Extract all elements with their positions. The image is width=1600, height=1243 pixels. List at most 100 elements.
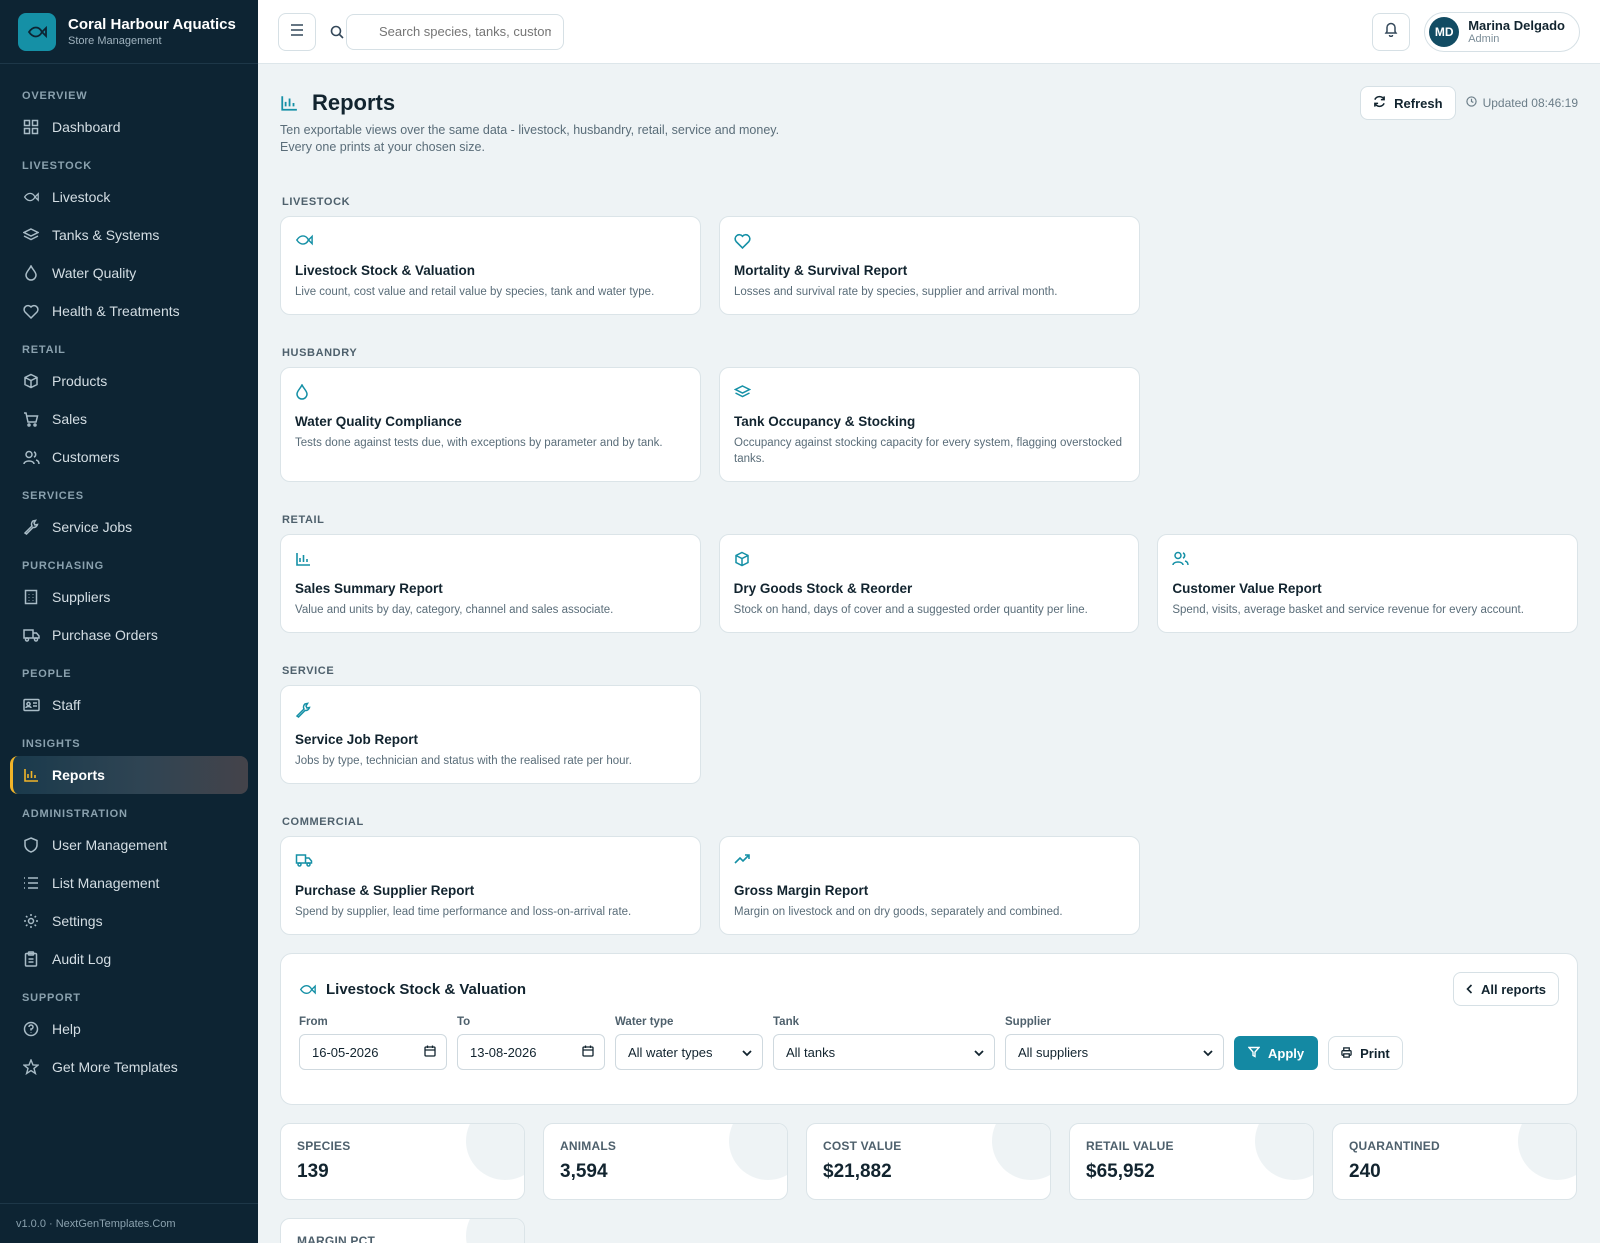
report-card-customer-value[interactable]: Customer Value Report Spend, visits, ave… <box>1157 534 1579 633</box>
droplet-icon <box>22 264 40 282</box>
trending-up-icon <box>734 853 1125 871</box>
brand-subtitle: Store Management <box>68 35 162 47</box>
sidebar-item-list-management[interactable]: List Management <box>10 864 248 902</box>
sidebar-item-tanks[interactable]: Tanks & Systems <box>10 216 248 254</box>
truck-icon <box>295 853 686 871</box>
printer-icon <box>1341 1046 1352 1061</box>
building-icon <box>22 588 40 606</box>
page-title: Reports <box>280 90 779 116</box>
report-card-service-job[interactable]: Service Job Report Jobs by type, technic… <box>280 685 701 784</box>
report-card-water-quality[interactable]: Water Quality Compliance Tests done agai… <box>280 367 701 482</box>
box-icon <box>734 551 1125 569</box>
sidebar-item-livestock[interactable]: Livestock <box>10 178 248 216</box>
all-reports-button[interactable]: All reports <box>1452 972 1559 1006</box>
sidebar-item-label: List Management <box>52 875 160 891</box>
tank-label: Tank <box>773 1016 799 1028</box>
users-icon <box>1172 551 1563 569</box>
sidebar-item-label: Livestock <box>52 189 111 205</box>
card-title: Sales Summary Report <box>295 581 443 596</box>
heart-icon <box>22 302 40 320</box>
fish-logo-icon <box>18 12 56 51</box>
wrench-icon <box>22 518 40 536</box>
sidebar-item-get-more-templates[interactable]: Get More Templates <box>10 1048 248 1086</box>
kpi-label: RETAIL VALUE <box>1086 1139 1174 1153</box>
sidebar-item-help[interactable]: Help <box>10 1010 248 1048</box>
page-description-line: Every one prints at your chosen size. <box>280 140 485 154</box>
kpi-quarantined: QUARANTINED 240 <box>1332 1123 1577 1200</box>
group-label-retail: RETAIL <box>282 514 325 526</box>
card-title: Tank Occupancy & Stocking <box>734 414 916 429</box>
kpi-label: QUARANTINED <box>1349 1139 1440 1153</box>
apply-label: Apply <box>1268 1045 1305 1061</box>
card-description: Losses and survival rate by species, sup… <box>734 286 1058 298</box>
report-card-livestock-stock[interactable]: Livestock Stock & Valuation Live count, … <box>280 216 701 315</box>
report-card-tank-occupancy[interactable]: Tank Occupancy & Stocking Occupancy agai… <box>719 367 1140 482</box>
print-button[interactable]: Print <box>1328 1036 1403 1070</box>
notifications-button[interactable] <box>1372 12 1411 51</box>
from-date-input[interactable]: 16-05-2026 <box>299 1034 447 1070</box>
sidebar-item-purchase-orders[interactable]: Purchase Orders <box>10 616 248 654</box>
layers-icon <box>734 384 1125 402</box>
to-date-value: 13-08-2026 <box>470 1044 537 1060</box>
report-card-purchase-supplier[interactable]: Purchase & Supplier Report Spend by supp… <box>280 836 701 935</box>
card-title: Livestock Stock & Valuation <box>295 263 476 278</box>
page-title-text: Reports <box>312 90 396 115</box>
card-description: Spend by supplier, lead time performance… <box>295 906 632 918</box>
report-card-mortality[interactable]: Mortality & Survival Report Losses and s… <box>719 216 1140 315</box>
water-type-select[interactable]: All water types <box>615 1034 763 1070</box>
tank-select[interactable]: All tanks <box>773 1034 995 1070</box>
droplet-icon <box>295 384 686 402</box>
calendar-icon <box>582 1045 594 1060</box>
nav-section-overview: OVERVIEW <box>22 90 88 102</box>
sidebar-item-water-quality[interactable]: Water Quality <box>10 254 248 292</box>
updated-text: Updated 08:46:19 <box>1482 96 1578 110</box>
sidebar-item-health[interactable]: Health & Treatments <box>10 292 248 330</box>
sidebar-item-dashboard[interactable]: Dashboard <box>10 108 248 146</box>
sidebar-item-service-jobs[interactable]: Service Jobs <box>10 508 248 546</box>
kpi-label: SPECIES <box>297 1139 351 1153</box>
page-description: Ten exportable views over the same data … <box>280 122 779 156</box>
user-menu[interactable]: MD Marina Delgado Admin <box>1424 11 1580 52</box>
sidebar-item-customers[interactable]: Customers <box>10 438 248 476</box>
sidebar-item-products[interactable]: Products <box>10 362 248 400</box>
sidebar-item-label: Suppliers <box>52 589 111 605</box>
water-type-value: All water types <box>628 1044 713 1060</box>
kpi-row: SPECIES 139 ANIMALS 3,594 COST VALUE $21… <box>280 1123 1578 1243</box>
supplier-value: All suppliers <box>1018 1044 1089 1060</box>
chevron-left-icon <box>1466 982 1473 997</box>
card-title: Dry Goods Stock & Reorder <box>733 581 913 596</box>
brand: Coral Harbour Aquatics Store Management <box>0 0 258 64</box>
bell-icon <box>1384 21 1398 42</box>
menu-toggle-button[interactable] <box>278 12 316 51</box>
sidebar-item-label: Get More Templates <box>52 1059 178 1075</box>
sidebar-item-sales[interactable]: Sales <box>10 400 248 438</box>
calendar-icon <box>424 1045 436 1060</box>
refresh-button[interactable]: Refresh <box>1360 86 1456 120</box>
user-name: Marina Delgado <box>1468 18 1565 33</box>
report-card-gross-margin[interactable]: Gross Margin Report Margin on livestock … <box>719 836 1140 935</box>
search-input[interactable] <box>346 13 564 50</box>
filter-row: From 16-05-2026 To 13-08-2026 Water type… <box>299 1016 1559 1070</box>
sidebar-item-audit-log[interactable]: Audit Log <box>10 940 248 978</box>
apply-button[interactable]: Apply <box>1234 1036 1319 1070</box>
kpi-animals: ANIMALS 3,594 <box>543 1123 788 1200</box>
panel-title-text: Livestock Stock & Valuation <box>326 980 527 998</box>
sidebar-item-reports[interactable]: Reports <box>10 756 248 794</box>
sidebar-item-user-management[interactable]: User Management <box>10 826 248 864</box>
sidebar-item-label: Purchase Orders <box>52 627 158 643</box>
report-card-dry-goods[interactable]: Dry Goods Stock & Reorder Stock on hand,… <box>718 534 1140 633</box>
group-label-commercial: COMMERCIAL <box>282 816 364 828</box>
group-label-livestock: LIVESTOCK <box>282 196 351 208</box>
report-cards-commercial: Purchase & Supplier Report Spend by supp… <box>280 836 1578 935</box>
to-date-input[interactable]: 13-08-2026 <box>457 1034 605 1070</box>
kpi-value: $21,882 <box>823 1161 892 1182</box>
sidebar-item-settings[interactable]: Settings <box>10 902 248 940</box>
report-cards-livestock: Livestock Stock & Valuation Live count, … <box>280 216 1578 315</box>
grid-icon <box>22 118 40 136</box>
card-title: Purchase & Supplier Report <box>295 883 475 898</box>
sidebar-item-suppliers[interactable]: Suppliers <box>10 578 248 616</box>
sidebar-item-staff[interactable]: Staff <box>10 686 248 724</box>
report-card-sales-summary[interactable]: Sales Summary Report Value and units by … <box>280 534 701 633</box>
supplier-select[interactable]: All suppliers <box>1005 1034 1224 1070</box>
hamburger-icon <box>290 23 304 41</box>
